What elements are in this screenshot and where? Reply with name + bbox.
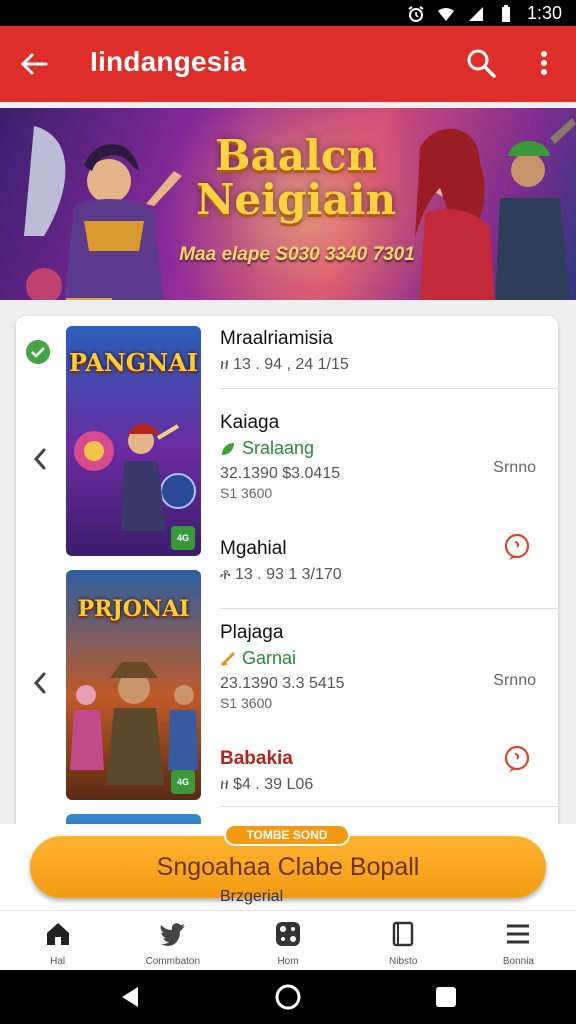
system-navigation-bar — [0, 970, 576, 1024]
status-bar: 1:30 — [0, 0, 576, 26]
banner-tab-indicator — [66, 298, 112, 300]
poster-1-rating-badge: 4G — [171, 526, 195, 550]
chat-bubble-icon[interactable] — [502, 744, 532, 774]
poster-2-rating-badge: 4G — [171, 770, 195, 794]
poster-1-title: PANGNAI — [68, 348, 199, 377]
row-4-side-label: Srnno — [493, 672, 536, 689]
row-1-meta: ዘ 13 . 94 , 24 1/15 — [220, 356, 349, 373]
row-2-meta2: S1 3600 — [220, 485, 273, 501]
game-poster-2[interactable]: PRJONAI 4G — [66, 570, 201, 800]
search-icon[interactable] — [464, 46, 498, 80]
nav-label-community: Commbaton — [145, 956, 201, 967]
row-1-name: Mraalriamisia — [220, 328, 333, 349]
promo-banner[interactable]: Baalcn Neigiain Maa elape S030 3340 7301 — [0, 108, 576, 300]
nav-item-home[interactable]: Hal — [0, 911, 115, 970]
divider — [220, 608, 558, 609]
row-4-name: Plajaga — [220, 622, 284, 643]
check-circle-icon — [26, 340, 50, 364]
app-bar: Iindangesia — [0, 26, 576, 102]
book-icon — [392, 921, 414, 947]
back-arrow-icon[interactable] — [16, 46, 52, 82]
poster-2-title: PRJONAI — [77, 596, 190, 622]
chevron-left-icon[interactable] — [30, 668, 50, 698]
row-4-meta2: S1 3600 — [220, 695, 273, 711]
row-3-meta: ቶ 13 . 93 1 3/170 — [220, 566, 342, 583]
list-row-1[interactable]: Mraalriamisia ዘ 13 . 94 , 24 1/15 — [220, 328, 558, 374]
peek-row-label: Brzgerial — [220, 888, 284, 905]
signal-icon — [468, 6, 483, 21]
system-home-icon[interactable] — [274, 983, 302, 1011]
game-poster-1[interactable]: PANGNAI 4G — [66, 326, 201, 556]
row-4-tag-label: Garnai — [242, 648, 297, 668]
cta-area: Sngoahaa Clabe Bopall TOMBE SOND — [0, 824, 576, 910]
row-2-tag: Sralaang — [220, 438, 558, 459]
nav-item-community[interactable]: Commbaton — [115, 911, 230, 970]
chat-bubble-icon[interactable] — [502, 532, 532, 562]
nav-item-library[interactable]: Nibsto — [346, 911, 461, 970]
nav-label-games: Hom — [277, 956, 299, 967]
cta-badge: TOMBE SOND — [224, 824, 350, 846]
games-list-card: PANGNAI 4G Mraalriamisia ዘ 13 . 94 , 24 … — [16, 316, 558, 910]
warrior-illustration-left — [24, 126, 182, 300]
list-row-2[interactable]: Kaiaga Sralaang 32.1390 $3.0415 S1 3600 — [220, 412, 558, 501]
nav-label-library: Nibsto — [389, 956, 418, 967]
nav-label-home: Hal — [50, 956, 66, 967]
heroes-illustration-right — [415, 118, 576, 300]
chevron-left-icon[interactable] — [30, 444, 50, 474]
nav-label-menu: Bonnia — [502, 956, 534, 967]
divider — [220, 806, 558, 807]
more-vert-icon[interactable] — [530, 46, 558, 80]
bottom-navigation: Hal Commbaton Hom Nibsto Bonnia — [0, 910, 576, 970]
battery-icon — [501, 4, 510, 22]
nav-item-games[interactable]: Hom — [230, 911, 345, 970]
row-2-tag-label: Sralaang — [242, 438, 315, 458]
system-recents-icon[interactable] — [432, 983, 460, 1011]
content-area: Baalcn Neigiain Maa elape S030 3340 7301… — [0, 102, 576, 910]
banner-subtitle: Maa elape S030 3340 7301 — [179, 244, 415, 265]
divider — [220, 388, 558, 389]
banner-title-line-1: Baalcn — [215, 131, 377, 180]
page-title: Iindangesia — [90, 46, 247, 77]
system-back-icon[interactable] — [116, 983, 144, 1011]
leaf-icon — [220, 651, 236, 666]
game-icon — [276, 922, 300, 946]
row-2-side-label: Srnno — [493, 459, 536, 476]
alarm-icon — [408, 5, 424, 22]
row-5-meta: ዘ $4 . 39 L06 — [220, 776, 314, 793]
banner-title: Baalcn Neigiain — [196, 134, 396, 222]
row-4-tag: Garnai — [220, 648, 558, 669]
status-time: 1:30 — [526, 3, 562, 23]
bird-icon — [160, 923, 185, 946]
row-2-name: Kaiaga — [220, 412, 280, 433]
leaf-icon — [222, 442, 234, 455]
nav-item-menu[interactable]: Bonnia — [461, 911, 576, 970]
menu-icon — [507, 924, 530, 944]
home-icon — [46, 923, 69, 945]
banner-title-line-2: Neigiain — [196, 175, 397, 224]
wifi-icon — [437, 7, 454, 21]
list-row-4[interactable]: Plajaga Garnai 23.1390 3.3 5415 S1 3600 — [220, 622, 558, 711]
